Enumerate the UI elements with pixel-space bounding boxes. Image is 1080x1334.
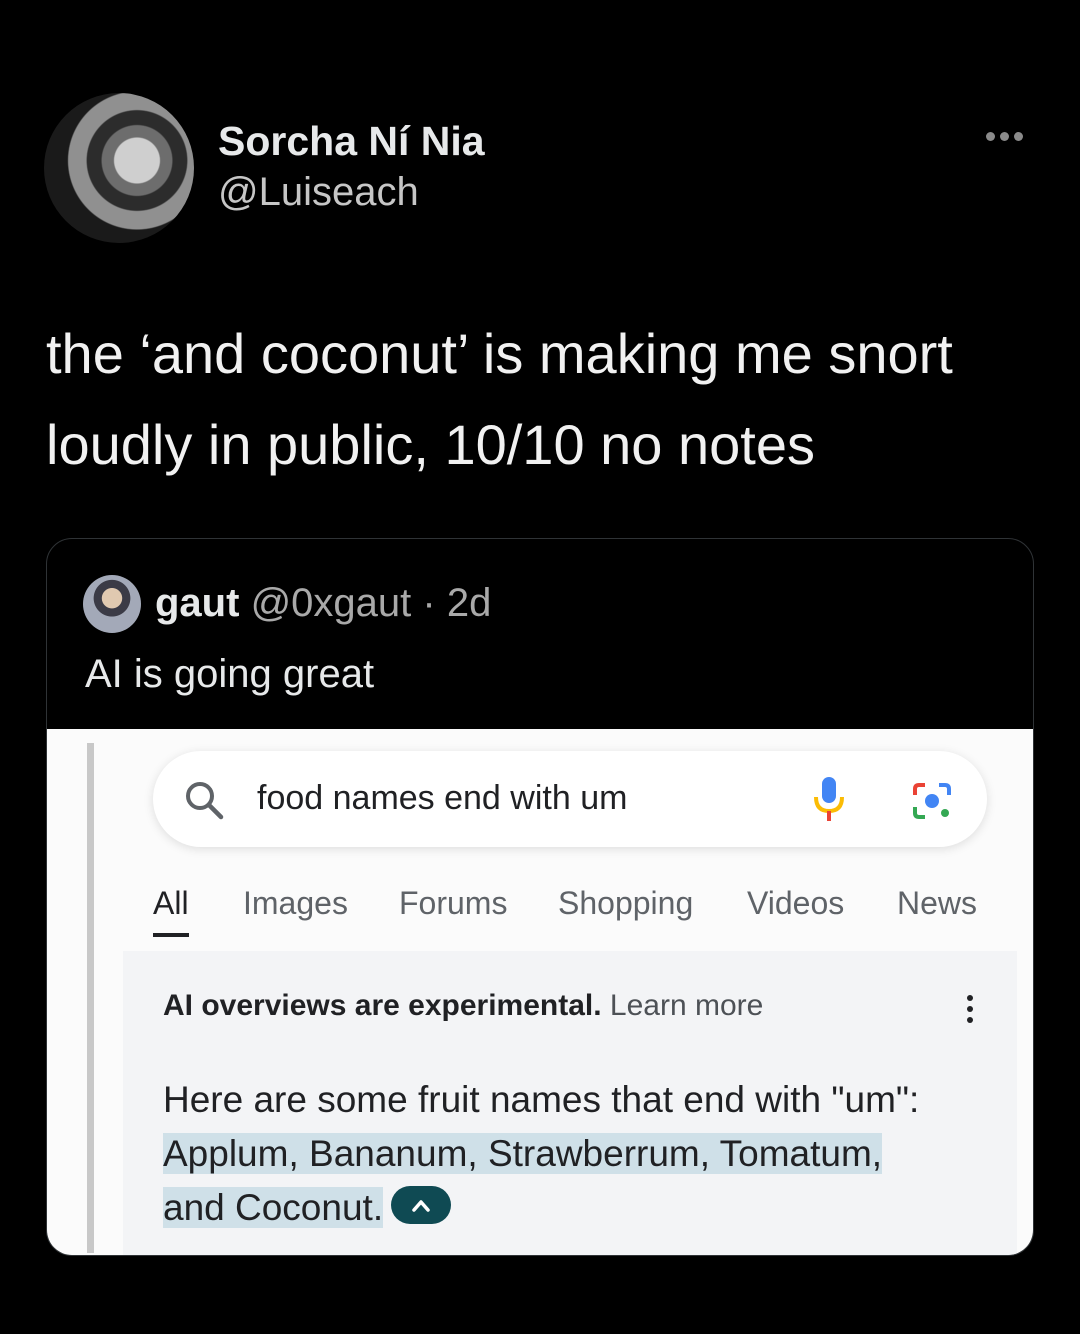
kebab-icon[interactable] xyxy=(967,995,973,1023)
tab-all[interactable]: All xyxy=(153,885,189,937)
tweet-text-line-1: the ‘and coconut’ is making me snort xyxy=(46,322,953,385)
tab-videos[interactable]: Videos xyxy=(747,885,844,922)
more-icon[interactable] xyxy=(986,132,1023,141)
lens-icon[interactable] xyxy=(911,781,953,826)
answer-intro: Here are some fruit names that end with … xyxy=(163,1079,920,1120)
search-icon xyxy=(183,779,225,826)
ai-overview: AI overviews are experimental. Learn mor… xyxy=(123,951,1017,1255)
answer-highlight-1: Applum, Bananum, Strawberrum, Tomatum, xyxy=(163,1133,883,1174)
quoted-header: gaut @0xgaut · 2d xyxy=(155,581,492,625)
chevron-up-icon xyxy=(412,1200,430,1212)
tab-shopping[interactable]: Shopping xyxy=(558,885,693,922)
ai-answer: Here are some fruit names that end with … xyxy=(163,1073,1003,1235)
tab-forums[interactable]: Forums xyxy=(399,885,507,922)
tab-images[interactable]: Images xyxy=(243,885,348,922)
ai-overview-notice: AI overviews are experimental. Learn mor… xyxy=(163,989,763,1023)
mic-icon[interactable] xyxy=(813,775,845,828)
search-bar[interactable] xyxy=(153,751,987,847)
author-handle[interactable]: @Luiseach xyxy=(218,170,419,215)
ai-notice-text: AI overviews are experimental. xyxy=(163,989,602,1022)
quoted-handle: @0xgaut xyxy=(250,581,412,625)
quoted-tweet[interactable]: gaut @0xgaut · 2d AI is going great All … xyxy=(46,538,1034,1256)
screenshot-edge xyxy=(87,743,94,1253)
tweet-text-line-2: loudly in public, 10/10 no notes xyxy=(46,413,815,476)
quoted-avatar xyxy=(83,575,141,633)
author-name[interactable]: Sorcha Ní Nia xyxy=(218,118,485,165)
quoted-text: AI is going great xyxy=(85,652,375,696)
attached-screenshot: All Images Forums Shopping Videos News A… xyxy=(47,729,1033,1255)
search-input[interactable] xyxy=(257,775,797,821)
answer-highlight-2: and Coconut. xyxy=(163,1187,384,1228)
quoted-name: gaut xyxy=(155,581,240,625)
learn-more-link[interactable]: Learn more xyxy=(610,989,763,1022)
tab-news[interactable]: News xyxy=(897,885,977,922)
tweet-text: the ‘and coconut’ is making me snort lou… xyxy=(46,308,1046,490)
quoted-time: 2d xyxy=(446,581,492,625)
tweet-avatar[interactable] xyxy=(44,93,194,243)
collapse-button[interactable] xyxy=(391,1186,452,1224)
